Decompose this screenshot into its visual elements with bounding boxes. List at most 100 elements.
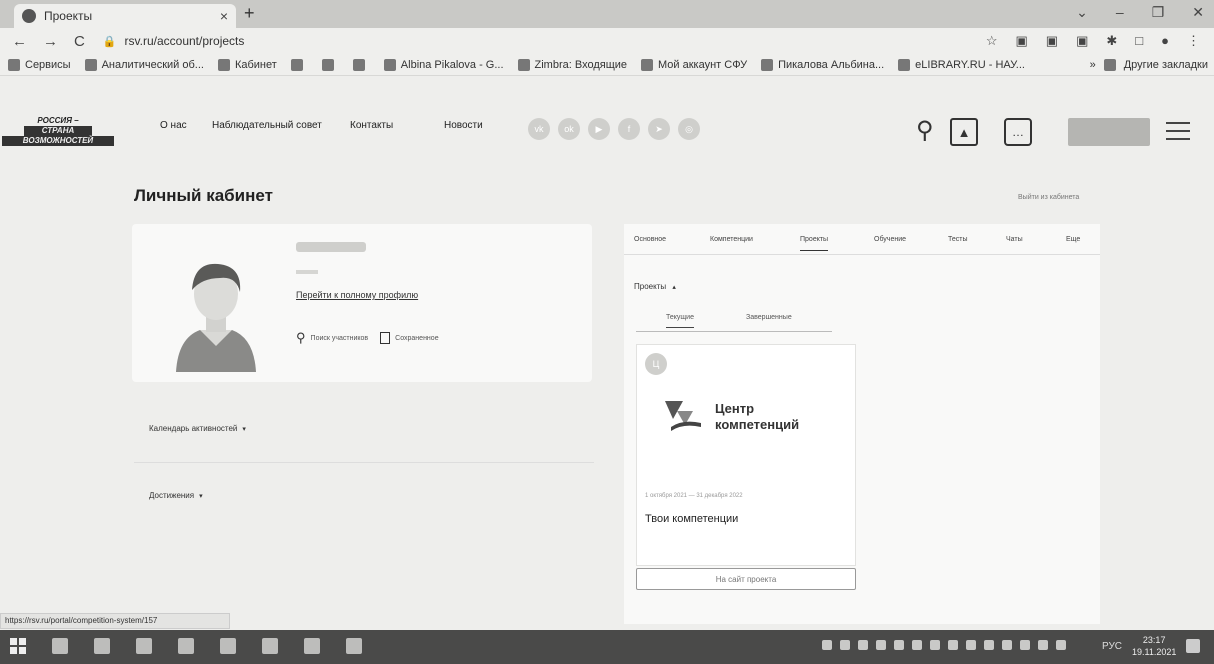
tray-icon[interactable] bbox=[912, 640, 922, 650]
ok-icon[interactable]: ok bbox=[558, 118, 580, 140]
chat-icon[interactable]: … bbox=[1004, 118, 1032, 146]
bookmark-item[interactable] bbox=[352, 58, 370, 71]
puzzle-icon[interactable]: ✱ bbox=[1106, 33, 1117, 49]
instagram-icon[interactable]: ◎ bbox=[678, 118, 700, 140]
nav-about[interactable]: О нас bbox=[160, 120, 212, 131]
tray-icon[interactable] bbox=[858, 640, 868, 650]
tray-icon[interactable] bbox=[894, 640, 904, 650]
task-view-icon[interactable] bbox=[94, 638, 110, 654]
reload-icon[interactable]: C bbox=[74, 33, 85, 50]
exit-link[interactable]: Выйти из кабинета bbox=[1018, 194, 1079, 201]
extension-icon[interactable]: ▣ bbox=[1046, 33, 1058, 49]
bookmark-item[interactable] bbox=[290, 58, 308, 71]
more-bookmarks-button[interactable]: » bbox=[1090, 59, 1096, 71]
bookmark-icon[interactable] bbox=[380, 332, 391, 344]
close-window-icon[interactable]: ✕ bbox=[1192, 4, 1204, 21]
terminal-icon[interactable] bbox=[346, 638, 362, 654]
achievements-accordion[interactable]: Достижения ▾ bbox=[149, 491, 203, 500]
word-icon[interactable] bbox=[304, 638, 320, 654]
tabs-underline bbox=[624, 254, 1100, 255]
close-tab-icon[interactable]: × bbox=[220, 8, 228, 24]
tray-icon[interactable] bbox=[840, 640, 850, 650]
tray-icon[interactable] bbox=[984, 640, 994, 650]
search-icon[interactable]: ⚲ bbox=[296, 330, 306, 346]
browser-tab[interactable]: Проекты × bbox=[14, 4, 236, 28]
nav-supervisory-board[interactable]: Наблюдательный совет bbox=[212, 120, 342, 131]
tray-icon[interactable] bbox=[876, 640, 886, 650]
file-explorer-icon[interactable] bbox=[178, 638, 194, 654]
telegram-icon[interactable]: ➤ bbox=[648, 118, 670, 140]
full-profile-link[interactable]: Перейти к полному профилю bbox=[296, 290, 418, 300]
social-links: vk ok ▶ f ➤ ◎ bbox=[528, 118, 700, 140]
projects-accordion[interactable]: Проекты ▴ bbox=[634, 282, 676, 291]
bookmark-item[interactable]: Кабинет bbox=[217, 58, 277, 71]
tab-chats[interactable]: Чаты bbox=[1006, 236, 1023, 243]
tab-competencies[interactable]: Компетенции bbox=[710, 236, 753, 243]
saved-link[interactable]: Сохраненное bbox=[395, 335, 438, 342]
tray-icon[interactable] bbox=[1002, 640, 1012, 650]
language-indicator[interactable]: РУС bbox=[1102, 641, 1122, 652]
extension-icon[interactable]: ▣ bbox=[1015, 33, 1027, 49]
bookmark-item[interactable]: Zimbra: Входящие bbox=[517, 58, 627, 71]
back-icon[interactable]: ← bbox=[12, 33, 27, 50]
app-icon[interactable] bbox=[220, 638, 236, 654]
tab-search-icon[interactable]: ⌄ bbox=[1076, 4, 1088, 21]
sidebar-icon[interactable]: □ bbox=[1135, 33, 1143, 49]
menu-icon[interactable]: ⋮ bbox=[1187, 33, 1200, 49]
other-bookmarks-button[interactable]: Другие закладки bbox=[1124, 59, 1208, 71]
vk-icon[interactable]: vk bbox=[528, 118, 550, 140]
clock[interactable]: 23:17 19.11.2021 bbox=[1132, 634, 1176, 658]
profile-icon[interactable]: ● bbox=[1161, 33, 1169, 49]
project-title: Твои компетенции bbox=[645, 513, 739, 525]
tray-icon[interactable] bbox=[1056, 640, 1066, 650]
chrome-icon[interactable] bbox=[262, 638, 278, 654]
project-card[interactable]: Ц Центр компетенций 1 октября 2021 — 31 … bbox=[636, 344, 856, 566]
tab-more[interactable]: Еще bbox=[1066, 236, 1080, 243]
hamburger-menu-icon[interactable] bbox=[1166, 122, 1190, 146]
nav-news[interactable]: Новости bbox=[444, 120, 504, 131]
bookmark-item[interactable]: Аналитический об... bbox=[84, 58, 204, 71]
bookmark-item[interactable]: eLIBRARY.RU - НАУ... bbox=[898, 58, 1025, 71]
tray-icon[interactable] bbox=[822, 640, 832, 650]
tab-projects[interactable]: Проекты bbox=[800, 236, 829, 251]
maximize-icon[interactable]: ❐ bbox=[1152, 4, 1165, 21]
url-input[interactable]: rsv.ru/account/projects bbox=[125, 34, 245, 48]
nav-contacts[interactable]: Контакты bbox=[350, 120, 440, 131]
bookmark-item[interactable]: Сервисы bbox=[8, 58, 71, 71]
forward-icon[interactable]: → bbox=[43, 33, 58, 50]
lock-icon[interactable]: 🔒 bbox=[103, 35, 117, 48]
tab-current[interactable]: Текущие bbox=[666, 314, 694, 328]
facebook-icon[interactable]: f bbox=[618, 118, 640, 140]
new-tab-button[interactable]: + bbox=[244, 3, 255, 24]
search-participants-link[interactable]: Поиск участников bbox=[311, 335, 369, 342]
bookmark-item[interactable] bbox=[321, 58, 339, 71]
tab-tests[interactable]: Тесты bbox=[948, 236, 968, 243]
tab-main[interactable]: Основное bbox=[634, 236, 666, 243]
star-icon[interactable]: ☆ bbox=[986, 33, 998, 49]
tab-completed[interactable]: Завершенные bbox=[746, 314, 792, 321]
bell-icon[interactable]: ▲ bbox=[950, 118, 978, 146]
extension-icon[interactable]: ▣ bbox=[1076, 33, 1088, 49]
bookmark-item[interactable]: Пикалова Альбина... bbox=[761, 58, 884, 71]
user-button[interactable] bbox=[1068, 118, 1150, 146]
calendar-accordion[interactable]: Календарь активностей ▾ bbox=[149, 424, 246, 433]
divider bbox=[134, 462, 594, 463]
bookmark-item[interactable]: Albina Pikalova - G... bbox=[383, 58, 504, 71]
search-icon[interactable]: ⚲ bbox=[916, 116, 934, 145]
windows-start-icon[interactable] bbox=[10, 638, 26, 654]
notifications-icon[interactable] bbox=[1186, 639, 1200, 653]
browser-icon[interactable] bbox=[136, 638, 152, 654]
tray-icon[interactable] bbox=[966, 640, 976, 650]
tab-education[interactable]: Обучение bbox=[874, 236, 906, 243]
volume-icon[interactable] bbox=[1038, 640, 1048, 650]
project-site-button[interactable]: На сайт проекта bbox=[636, 568, 856, 590]
minimize-icon[interactable]: – bbox=[1116, 4, 1124, 21]
tray-icon[interactable] bbox=[930, 640, 940, 650]
youtube-icon[interactable]: ▶ bbox=[588, 118, 610, 140]
tray-icon[interactable] bbox=[948, 640, 958, 650]
bookmark-item[interactable]: Мой аккаунт СФУ bbox=[641, 58, 747, 71]
site-logo[interactable]: РОССИЯ – СТРАНА ВОЗМОЖНОСТЕЙ bbox=[2, 116, 114, 150]
chevron-up-icon: ▴ bbox=[672, 284, 676, 291]
search-icon[interactable] bbox=[52, 638, 68, 654]
network-icon[interactable] bbox=[1020, 640, 1030, 650]
